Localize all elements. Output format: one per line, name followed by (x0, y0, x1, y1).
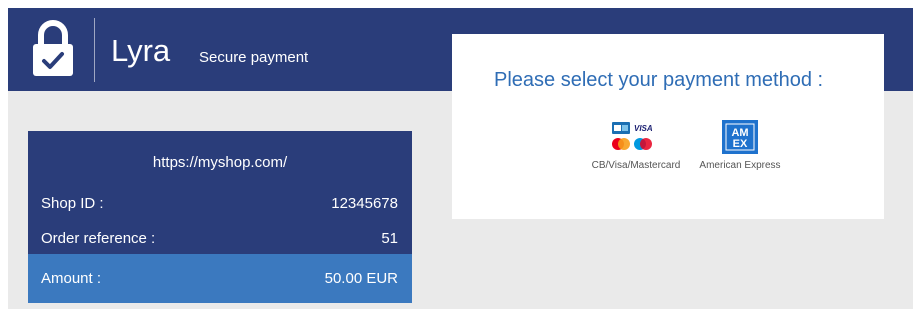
payment-method-cb-visa-mastercard[interactable]: VISA CB/Visa/Mastercard (586, 120, 686, 172)
shop-id-row: Shop ID : 12345678 (28, 186, 412, 222)
payment-page: Lyra Secure payment Please select your p… (8, 8, 913, 309)
amount-label: Amount : (41, 270, 102, 287)
order-summary: https://myshop.com/ Shop ID : 12345678 O… (28, 131, 412, 309)
amex-icon: AM EX (722, 120, 758, 154)
amount-row: Amount : 50.00 EUR (28, 254, 412, 303)
order-reference-row: Order reference : 51 (28, 221, 412, 257)
header-divider (94, 18, 95, 82)
amount-value: 50.00 EUR (324, 270, 398, 287)
svg-text:VISA: VISA (634, 124, 653, 133)
svg-text:EX: EX (733, 138, 748, 150)
header-tagline: Secure payment (199, 49, 309, 66)
brand-name: Lyra (111, 33, 171, 68)
order-summary-header: https://myshop.com/ Shop ID : 12345678 O… (28, 131, 412, 254)
payment-method-panel: Please select your payment method : VISA… (452, 34, 884, 219)
shop-url: https://myshop.com/ (152, 154, 288, 171)
payment-method-amex[interactable]: AM EX American Express (696, 120, 784, 172)
payment-method-label: CB/Visa/Mastercard (591, 160, 681, 171)
payment-method-title: Please select your payment method : (494, 69, 824, 91)
order-reference-label: Order reference : (41, 230, 156, 247)
shop-id-value: 12345678 (331, 195, 398, 212)
payment-method-label: American Express (699, 160, 781, 171)
shop-id-label: Shop ID : (41, 195, 104, 212)
cb-visa-mastercard-icon: VISA (612, 122, 653, 150)
lock-icon (33, 20, 73, 76)
order-reference-value: 51 (381, 230, 398, 247)
